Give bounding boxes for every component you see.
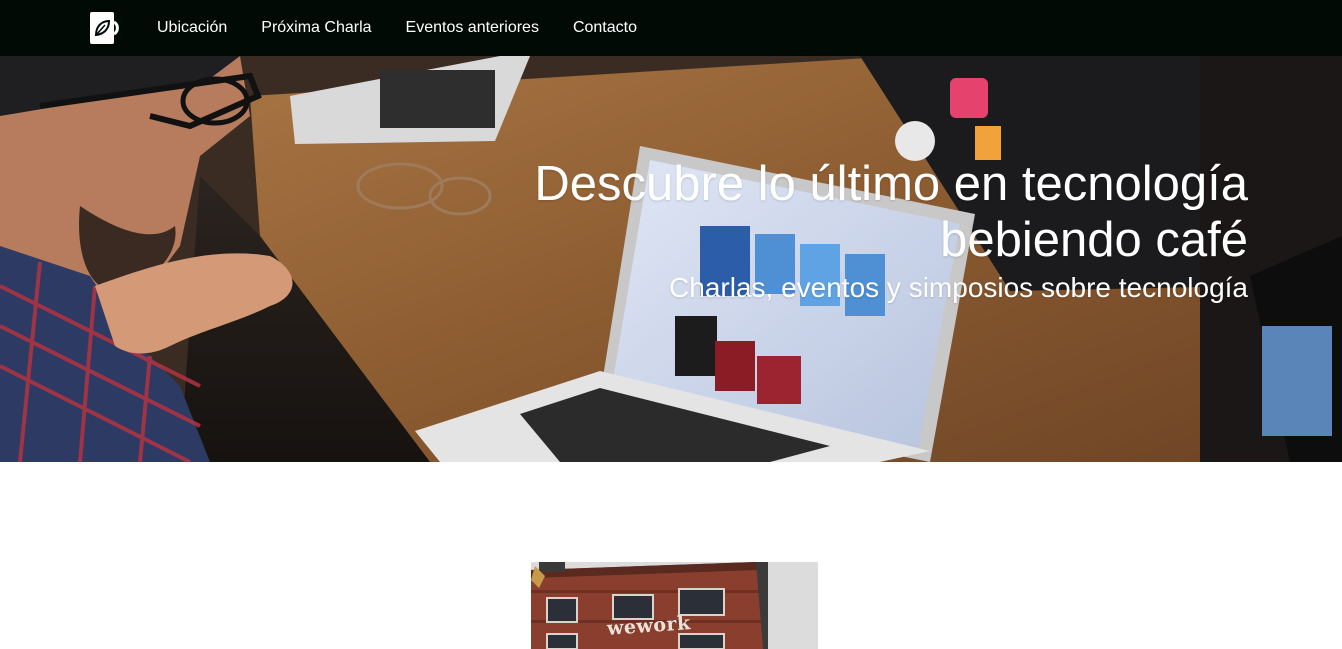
- hero-title-line-1: Descubre lo último en tecnología: [534, 157, 1248, 211]
- hero-title: Descubre lo último en tecnología bebiend…: [488, 156, 1248, 268]
- nav-links: Ubicación Próxima Charla Eventos anterio…: [157, 0, 671, 56]
- nav-link-proxima-charla[interactable]: Próxima Charla: [261, 19, 371, 37]
- hero-subtitle: Charlas, eventos y simposios sobre tecno…: [669, 272, 1248, 303]
- hero-banner: Descubre lo último en tecnología bebiend…: [0, 56, 1342, 462]
- top-navbar: Ubicación Próxima Charla Eventos anterio…: [0, 0, 1342, 56]
- nav-link-ubicacion[interactable]: Ubicación: [157, 19, 227, 37]
- hero-text: Descubre lo último en tecnología bebiend…: [488, 156, 1248, 304]
- coffee-cup-leaf-icon[interactable]: [90, 12, 122, 44]
- hero-title-line-2: bebiendo café: [940, 213, 1248, 267]
- location-building-image: wework: [531, 562, 818, 649]
- nav-link-contacto[interactable]: Contacto: [573, 19, 637, 37]
- nav-link-eventos-anteriores[interactable]: Eventos anteriores: [406, 19, 539, 37]
